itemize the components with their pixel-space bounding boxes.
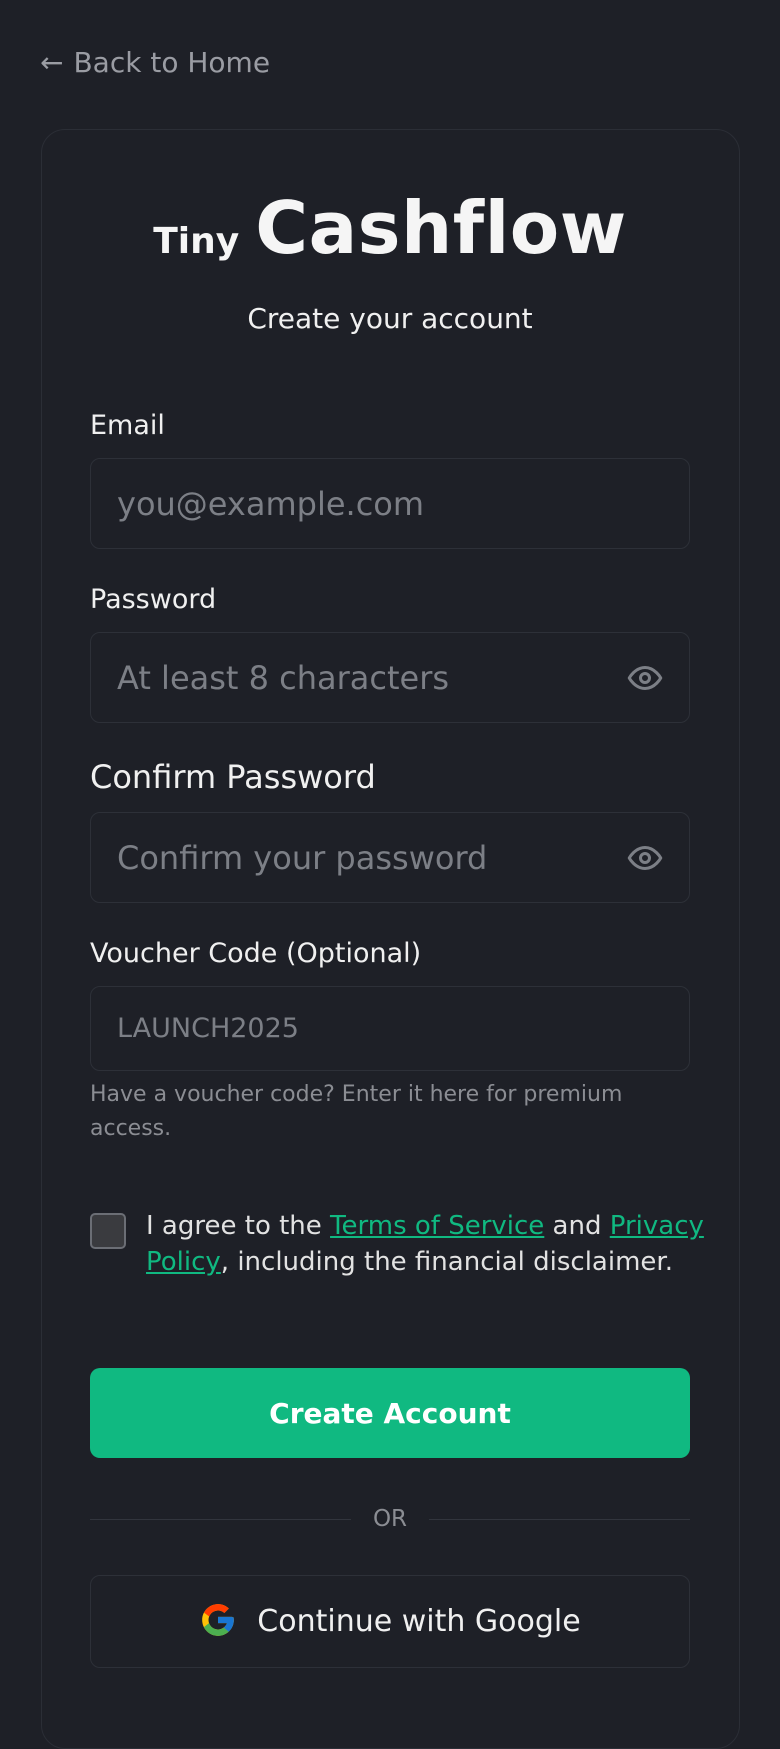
brand-tiny: Tiny (153, 221, 240, 262)
or-divider: OR (90, 1506, 690, 1532)
terms-of-service-link[interactable]: Terms of Service (330, 1211, 544, 1241)
brand-logo: Tiny Cashflow (0, 186, 780, 270)
confirm-password-field-wrapper (90, 812, 690, 903)
google-button-label: Continue with Google (257, 1604, 581, 1639)
password-label: Password (90, 584, 217, 615)
back-to-home-link[interactable]: ← Back to Home (40, 46, 270, 79)
terms-suffix: , including the financial disclaimer. (220, 1247, 673, 1277)
terms-prefix: I agree to the (146, 1211, 331, 1241)
voucher-input[interactable] (117, 1013, 663, 1044)
terms-middle: and (544, 1211, 610, 1241)
divider-label: OR (372, 1506, 408, 1532)
brand-main: Cashflow (255, 186, 627, 270)
eye-icon[interactable] (627, 840, 663, 876)
terms-agreement: I agree to the Terms of Service and Priv… (90, 1208, 710, 1280)
password-input[interactable] (117, 658, 627, 697)
eye-icon[interactable] (627, 660, 663, 696)
divider-line-left (90, 1518, 351, 1520)
google-icon (199, 1601, 237, 1643)
voucher-label: Voucher Code (Optional) (90, 938, 422, 969)
back-link-label: Back to Home (73, 46, 271, 79)
email-input[interactable] (117, 484, 663, 523)
terms-checkbox[interactable] (90, 1213, 126, 1249)
confirm-password-input[interactable] (117, 838, 627, 877)
confirm-password-label: Confirm Password (90, 758, 376, 796)
voucher-hint: Have a voucher code? Enter it here for p… (90, 1082, 623, 1141)
terms-text: I agree to the Terms of Service and Priv… (146, 1208, 710, 1280)
divider-line-right (429, 1518, 690, 1520)
email-field-wrapper (90, 458, 690, 549)
continue-with-google-button[interactable]: Continue with Google (90, 1575, 690, 1668)
password-field-wrapper (90, 632, 690, 723)
voucher-field-wrapper (90, 986, 690, 1071)
page-subtitle: Create your account (247, 302, 533, 335)
create-account-button[interactable]: Create Account (90, 1368, 690, 1458)
email-label: Email (90, 410, 165, 441)
back-arrow-icon: ← (40, 46, 64, 79)
